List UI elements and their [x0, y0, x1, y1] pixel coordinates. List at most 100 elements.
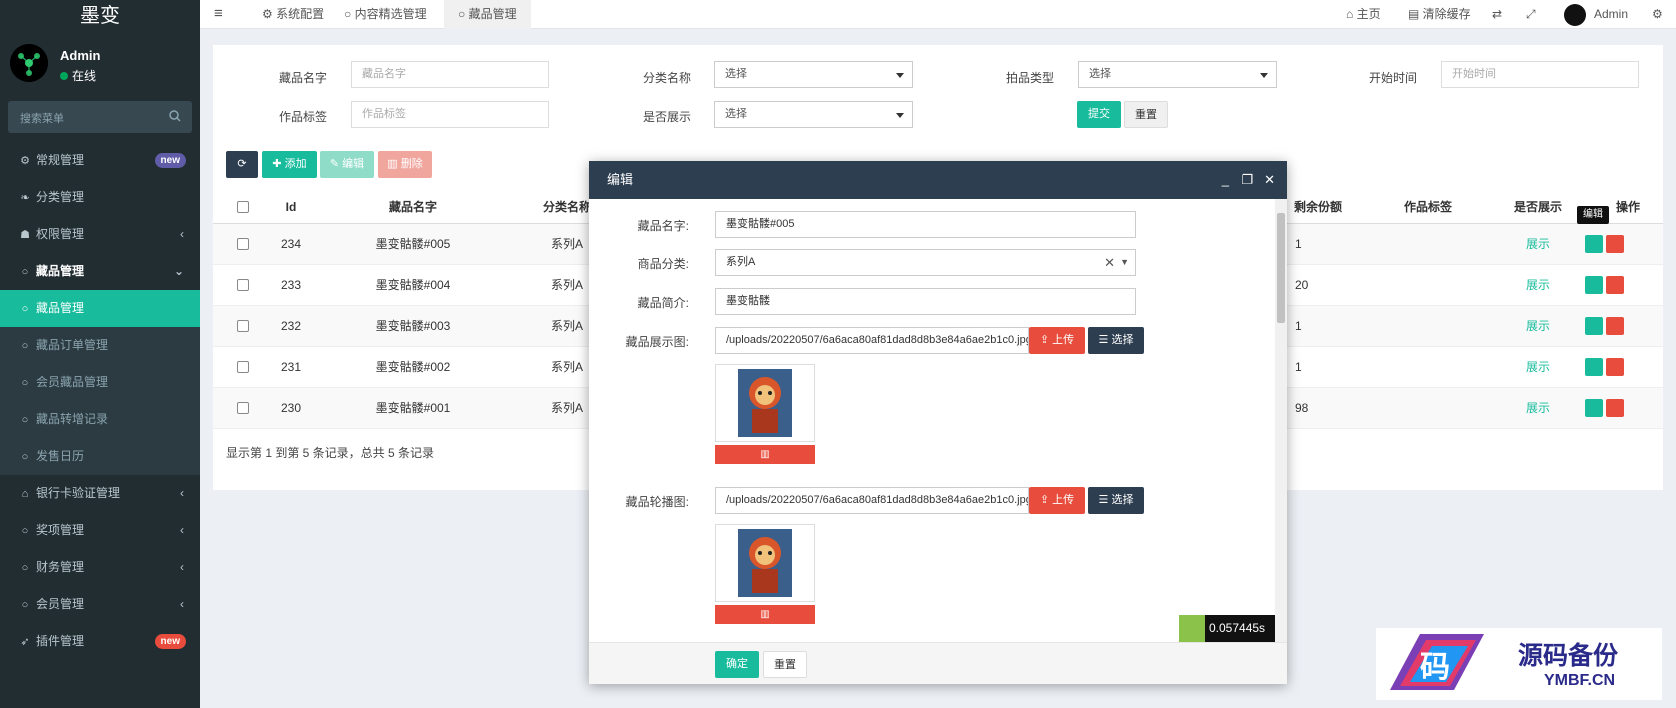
sidebar-item-collection[interactable]: ○ 藏品管理: [0, 290, 200, 327]
modal-scrollbar[interactable]: [1275, 199, 1287, 642]
home-link[interactable]: ⌂ 主页: [1346, 0, 1381, 29]
delete-label: 删除: [400, 158, 423, 170]
field-intro-input[interactable]: 墨变骷髅: [715, 288, 1136, 315]
cell-display[interactable]: 展示: [1483, 224, 1593, 265]
filter-start-input[interactable]: 开始时间: [1441, 61, 1639, 88]
sidebar-item-orders[interactable]: ○ 藏品订单管理: [0, 327, 200, 364]
sidebar-item-label: 藏品管理: [36, 301, 85, 315]
column-header[interactable]: 藏品名字: [323, 190, 503, 224]
sidebar-search[interactable]: 搜索菜单: [8, 101, 192, 133]
row-checkbox[interactable]: [237, 279, 249, 291]
field-category-select[interactable]: 系列A ✕ ▼: [715, 249, 1136, 276]
row-edit-button[interactable]: [1585, 399, 1603, 417]
gears-icon: ⚙: [20, 155, 30, 167]
edit-button[interactable]: ✎ 编辑: [320, 151, 374, 178]
close-icon[interactable]: ✕: [1264, 161, 1275, 199]
row-checkbox[interactable]: [237, 320, 249, 332]
filter-tag-input[interactable]: 作品标签: [351, 101, 549, 128]
sidebar-item-transfer-records[interactable]: ○ 藏品转增记录: [0, 401, 200, 438]
row-delete-button[interactable]: [1606, 235, 1624, 253]
cell-display[interactable]: 展示: [1483, 347, 1593, 388]
row-edit-button[interactable]: [1585, 276, 1603, 294]
admin-name: Admin: [1594, 7, 1629, 21]
sidebar-item-bank[interactable]: ⌂ 银行卡验证管理 ‹: [0, 475, 200, 512]
chevron-left-icon: ‹: [180, 227, 184, 241]
choose-label: 选择: [1111, 334, 1134, 346]
maximize-icon[interactable]: ❐: [1241, 161, 1253, 199]
row-delete-button[interactable]: [1606, 399, 1624, 417]
filter-category-select[interactable]: 选择: [714, 61, 913, 88]
filter-name-input[interactable]: 藏品名字: [351, 61, 549, 88]
refresh-button[interactable]: ⟳: [226, 151, 258, 178]
cell-display[interactable]: 展示: [1483, 306, 1593, 347]
sidebar-item-category[interactable]: ❧ 分类管理: [0, 179, 200, 216]
sidebar-item-general[interactable]: ⚙ 常规管理 new: [0, 142, 200, 179]
upload-button[interactable]: ⇪ 上传: [1029, 327, 1085, 354]
filter-display-label: 是否展示: [643, 110, 692, 124]
filter-display-select[interactable]: 选择: [714, 101, 913, 128]
tab-content-selection[interactable]: ○ 内容精选管理: [336, 0, 435, 29]
row-checkbox[interactable]: [237, 402, 249, 414]
sidebar-item-label: 会员管理: [36, 597, 85, 611]
filter-name-label: 藏品名字: [279, 71, 328, 85]
row-edit-button[interactable]: [1585, 235, 1603, 253]
new-badge: new: [154, 153, 186, 168]
caret-down-icon: [896, 113, 904, 118]
field-category-label: 商品分类:: [637, 257, 689, 271]
sidebar-item-label: 藏品订单管理: [36, 338, 109, 352]
confirm-button[interactable]: 确定: [715, 651, 759, 678]
sidebar-item-member-collection[interactable]: ○ 会员藏品管理: [0, 364, 200, 401]
translate-icon[interactable]: ⇄: [1492, 0, 1502, 29]
sidebar: 墨变 Admin 在线 搜索菜单 ⚙ 常规管理 new ❧ 分类管理 ☗ 权限管理 ‹ ○…: [0, 0, 200, 708]
scrollbar-thumb[interactable]: [1277, 213, 1285, 323]
row-checkbox[interactable]: [237, 238, 249, 250]
sidebar-item-plugins[interactable]: ➶ 插件管理 new: [0, 623, 200, 660]
row-edit-button[interactable]: [1585, 358, 1603, 376]
cell-display[interactable]: 展示: [1483, 265, 1593, 306]
submit-button[interactable]: 提交: [1077, 101, 1121, 128]
row-delete-button[interactable]: [1606, 317, 1624, 335]
circle-icon: ○: [21, 451, 29, 463]
trash-icon: ▥: [760, 609, 770, 620]
sidebar-item-auth[interactable]: ☗ 权限管理 ‹: [0, 216, 200, 253]
column-header[interactable]: 作品标签: [1373, 190, 1483, 224]
sidebar-item-collection-group[interactable]: ○ 藏品管理 ⌄: [0, 253, 200, 290]
add-button[interactable]: ✚ 添加: [262, 151, 317, 178]
delete-button[interactable]: ▥ 删除: [378, 151, 432, 178]
column-header[interactable]: Id: [261, 190, 321, 224]
carousel-delete-button[interactable]: ▥: [715, 605, 815, 624]
clear-cache-button[interactable]: ▤ 清除缓存: [1408, 0, 1471, 29]
upload-button[interactable]: ⇪ 上传: [1029, 487, 1085, 514]
settings-gear-icon[interactable]: ⚙: [1652, 0, 1663, 29]
clear-icon[interactable]: ✕: [1104, 250, 1115, 275]
menu-toggle-icon[interactable]: ≡: [214, 0, 223, 29]
choose-button[interactable]: ☰ 选择: [1088, 487, 1144, 514]
image-delete-button[interactable]: ▥: [715, 445, 815, 464]
sidebar-item-awards[interactable]: ○ 奖项管理 ‹: [0, 512, 200, 549]
field-name-input[interactable]: 墨变骷髅#005: [715, 211, 1136, 238]
choose-button[interactable]: ☰ 选择: [1088, 327, 1144, 354]
sidebar-item-finance[interactable]: ○ 财务管理 ‹: [0, 549, 200, 586]
minimize-icon[interactable]: _: [1222, 161, 1229, 199]
fullscreen-icon[interactable]: ⤢: [1526, 0, 1536, 29]
cell-display[interactable]: 展示: [1483, 388, 1593, 429]
sidebar-item-calendar[interactable]: ○ 发售日历: [0, 438, 200, 475]
reset-button[interactable]: 重置: [1124, 101, 1168, 128]
tab-collection[interactable]: ○ 藏品管理: [444, 0, 531, 29]
row-delete-button[interactable]: [1606, 358, 1624, 376]
row-delete-button[interactable]: [1606, 276, 1624, 294]
select-all-checkbox[interactable]: [237, 201, 249, 213]
field-image-input[interactable]: /uploads/20220507/6a6aca80af81dad8d8b3e8…: [715, 327, 1029, 354]
row-checkbox[interactable]: [237, 361, 249, 373]
sidebar-item-members[interactable]: ○ 会员管理 ‹: [0, 586, 200, 623]
select-value: 选择: [725, 108, 747, 120]
field-carousel-input[interactable]: /uploads/20220507/6a6aca80af81dad8d8b3e8…: [715, 487, 1029, 514]
tab-label: 内容精选管理: [354, 7, 427, 21]
admin-menu[interactable]: Admin: [1564, 0, 1628, 29]
row-edit-button[interactable]: [1585, 317, 1603, 335]
filter-auction-select[interactable]: 选择: [1078, 61, 1277, 88]
search-icon[interactable]: [168, 109, 182, 123]
modal-reset-button[interactable]: 重置: [763, 651, 807, 678]
tab-system-config[interactable]: ⚙ 系统配置: [254, 0, 332, 29]
app-logo[interactable]: 墨变: [0, 0, 200, 36]
